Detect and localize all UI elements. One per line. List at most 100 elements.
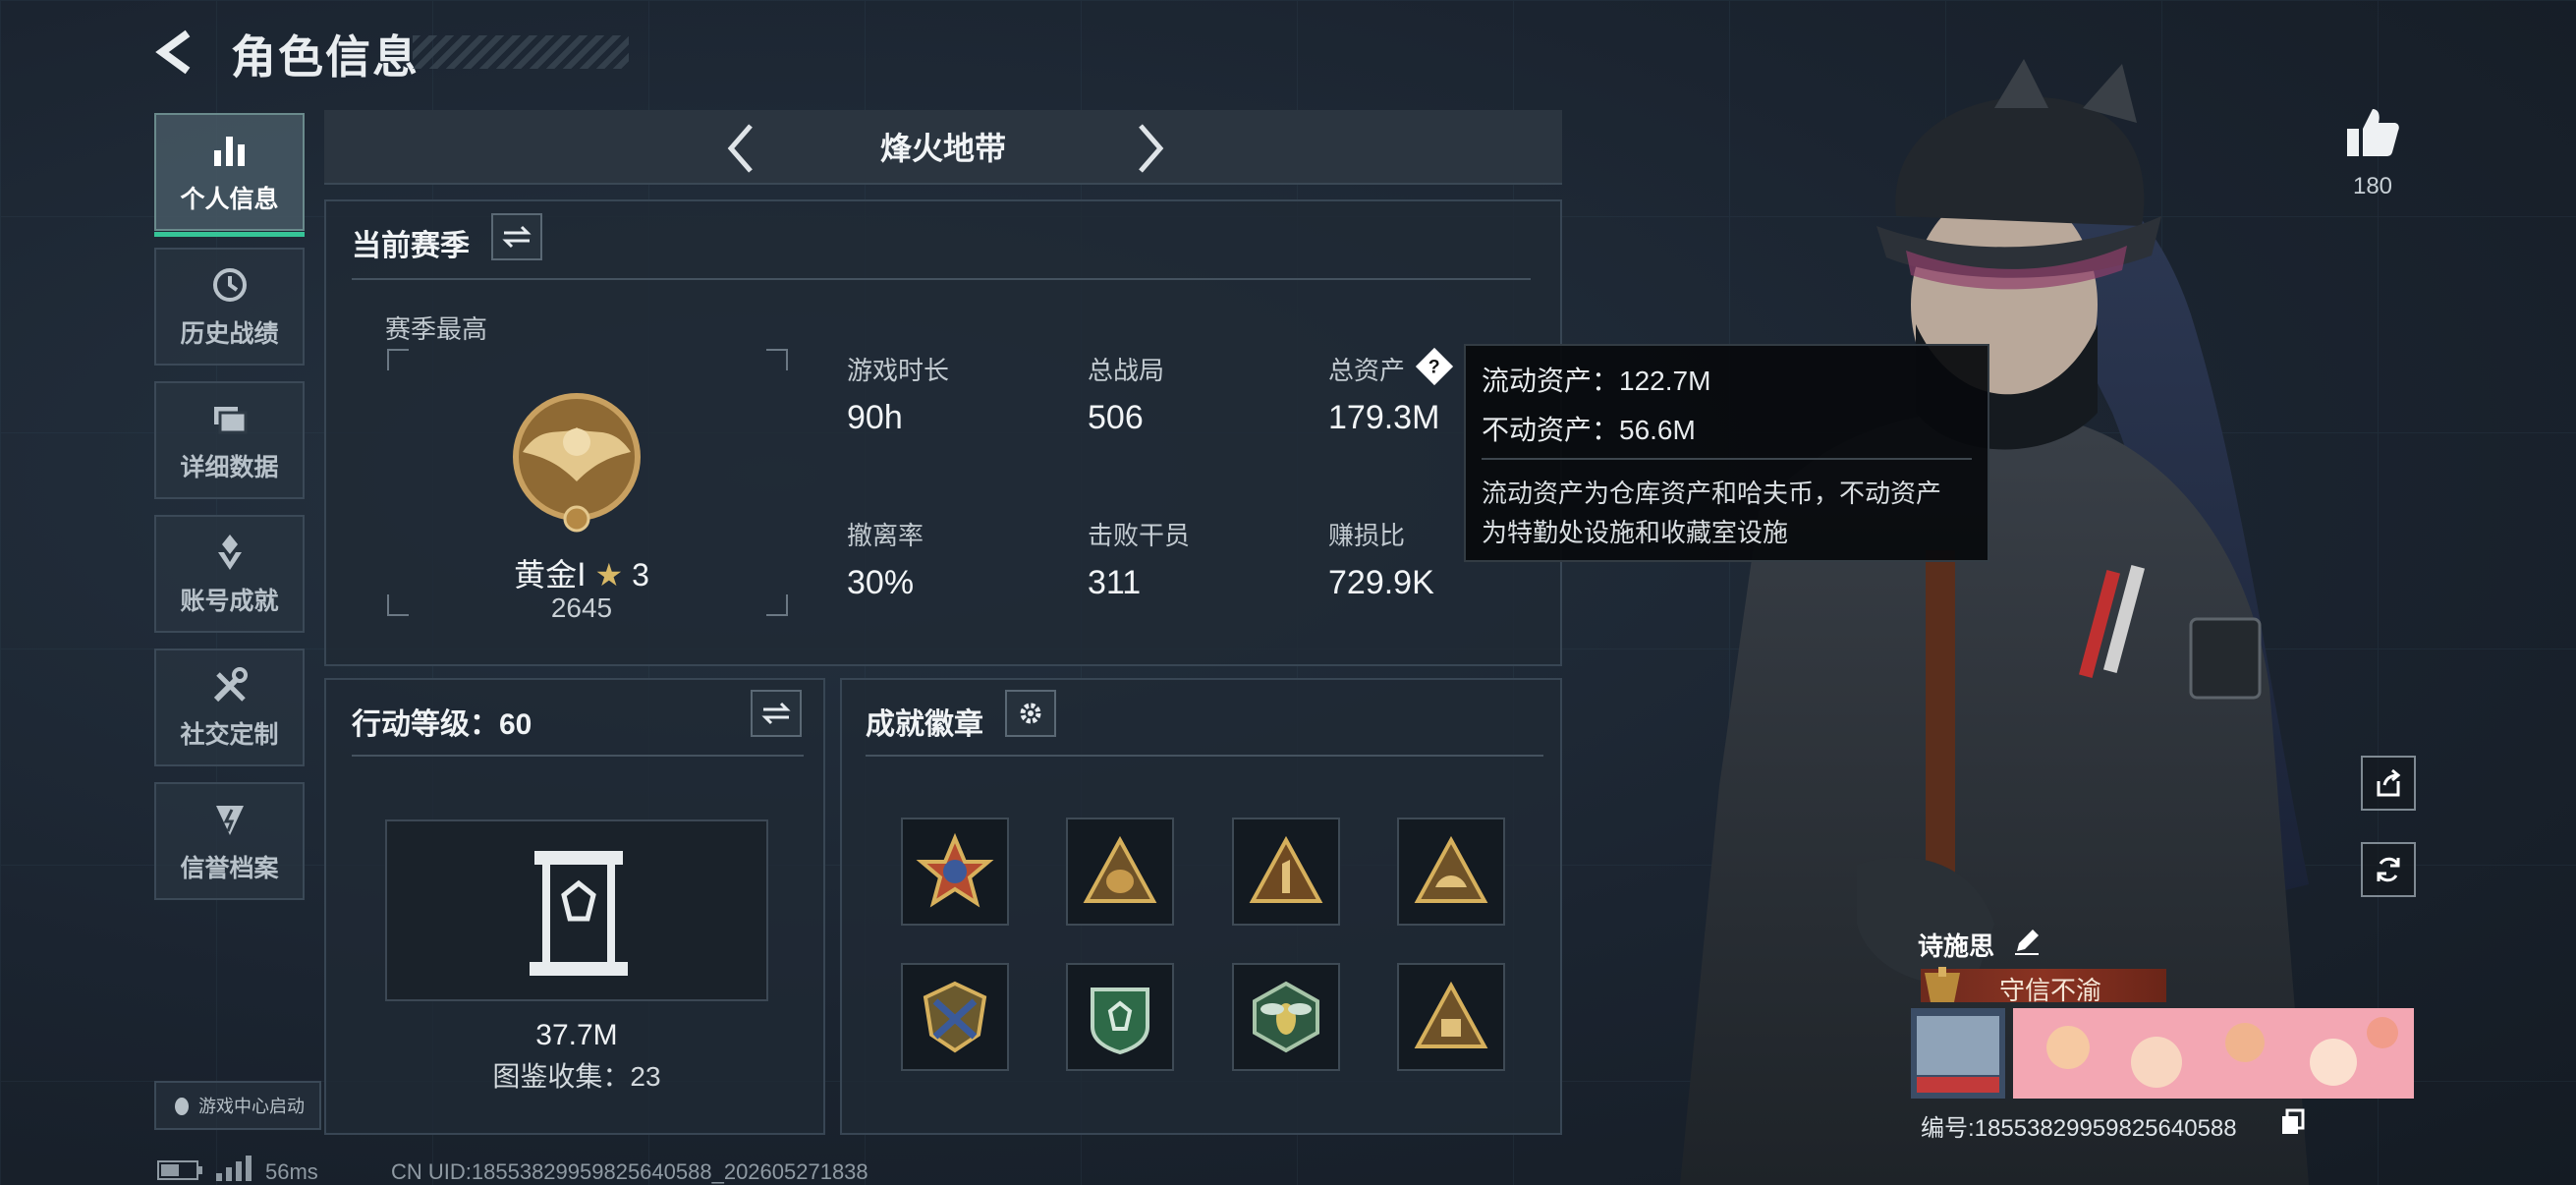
achievements-divider (866, 755, 1543, 757)
money-bag-badge-icon (1083, 835, 1157, 903)
nav-label: 详细数据 (180, 454, 279, 481)
refresh-button[interactable] (2361, 842, 2416, 897)
penguin-icon (175, 1098, 189, 1115)
collection-display[interactable] (385, 819, 768, 1001)
history-clock-icon (212, 268, 247, 302)
frame-corner (766, 594, 788, 616)
nav-item-history[interactable]: 历史战绩 (154, 248, 305, 366)
stat-value: 506 (1088, 399, 1144, 436)
stat-value: 179.3M (1328, 399, 1440, 436)
stat-label: 总战局 (1088, 356, 1165, 385)
share-icon (2377, 768, 2401, 797)
copy-id-button[interactable] (2279, 1108, 2307, 1136)
star-emblem-badge-icon (916, 832, 994, 908)
signal-icon (214, 1156, 253, 1181)
collection-count: 图鉴收集：23 (492, 1061, 661, 1092)
badge-money-bag[interactable] (1066, 818, 1174, 926)
nav-item-detail-data[interactable]: 详细数据 (154, 381, 305, 499)
tools-icon (213, 667, 248, 703)
stat-value: 90h (847, 399, 903, 436)
mode-next-button[interactable] (1125, 120, 1174, 177)
season-panel: 当前赛季 赛季最高 黄金Ⅰ ★ 3 2645 游戏时长 90h 总战局 506 … (324, 199, 1562, 666)
player-name: 诗施思 (1918, 927, 1994, 963)
stat-total-matches: 总战局 506 (1088, 351, 1164, 437)
season-divider (352, 278, 1531, 280)
thumbs-up-icon (2347, 109, 2399, 156)
stat-label: 游戏时长 (847, 356, 950, 385)
action-level-title: 行动等级：60 (352, 708, 532, 741)
rank-name: 黄金Ⅰ (514, 557, 587, 592)
stat-value: 311 (1088, 564, 1142, 601)
copy-icon (2282, 1108, 2305, 1134)
nav-item-reputation[interactable]: 信誉档案 (154, 782, 305, 900)
pencil-icon (2015, 930, 2039, 955)
achievements-title: 成就徽章 (866, 708, 983, 741)
swap-icon (761, 702, 791, 725)
stat-profit-ratio: 赚损比 729.9K (1328, 516, 1434, 602)
rank-title: 黄金Ⅰ ★ 3 (439, 550, 724, 595)
chevron-right-icon (1139, 124, 1164, 173)
tooltip-desc-line1: 流动资产为仓库资产和哈夫币，不动资产 (1482, 479, 1942, 508)
stat-label: 撤离率 (847, 521, 924, 550)
player-id-text: 编号:18553829959825640588 (1921, 1108, 2237, 1143)
game-center-launch-button[interactable]: 游戏中心启动 (154, 1081, 321, 1130)
nav-label: 历史战绩 (180, 320, 279, 348)
player-name-text: 诗施思 (1918, 931, 1995, 961)
edit-name-button[interactable] (2011, 926, 2043, 957)
like-button[interactable] (2343, 103, 2402, 162)
number-one-badge-icon (1249, 835, 1323, 903)
refresh-icon (2377, 857, 2400, 882)
badge-crossed-guns[interactable] (901, 963, 1009, 1071)
action-level-panel: 行动等级：60 37.7M 图鉴收集：23 (324, 678, 825, 1135)
profile-card-banner[interactable] (1911, 1008, 2414, 1099)
collection-case-icon (530, 851, 628, 976)
badge-number-one[interactable] (1232, 818, 1340, 926)
title-banner-text: 守信不渝 (1999, 976, 2102, 1005)
season-panel-title: 当前赛季 (352, 230, 470, 262)
tooltip-divider (1482, 458, 1972, 460)
tooltip-desc-line2: 为特勤处设施和收藏室设施 (1482, 518, 1789, 547)
rank-star-icon: ★ (594, 557, 624, 592)
badge-star-emblem[interactable] (901, 818, 1009, 926)
mode-title: 烽火地带 (879, 131, 1006, 166)
reputation-icon (215, 806, 244, 835)
rank-stars: 3 (632, 557, 649, 592)
stat-operators-defeated: 击败干员 311 (1088, 516, 1190, 602)
frame-corner (766, 349, 788, 370)
achievements-settings-button[interactable] (1005, 690, 1056, 737)
nav-label: 个人信息 (180, 186, 279, 213)
badge-fist-triangle[interactable] (1397, 963, 1505, 1071)
rank-gold-emblem (503, 383, 650, 545)
nav-label: 社交定制 (180, 721, 279, 749)
swap-icon (502, 225, 532, 249)
stat-value: 729.9K (1328, 564, 1434, 601)
badge-green-shield[interactable] (1066, 963, 1174, 1071)
player-id: 编号:18553829959825640588 (1921, 1115, 2237, 1142)
badge-hand-triangle[interactable] (1397, 818, 1505, 926)
mode-prev-button[interactable] (717, 120, 766, 177)
back-button[interactable] (152, 28, 201, 77)
cn-uid-text: CN UID:18553829959825640588_202605271838 (391, 1159, 868, 1184)
action-level-swap-button[interactable] (751, 690, 802, 737)
ping-text: 56ms (265, 1159, 318, 1184)
season-best-label: 赛季最高 (385, 314, 488, 344)
crossed-guns-badge-icon (923, 981, 987, 1053)
badge-hornet[interactable] (1232, 963, 1340, 1071)
share-button[interactable] (2361, 756, 2416, 811)
nav-item-achievements[interactable]: 账号成就 (154, 515, 305, 633)
tooltip-liquid-assets: 流动资产：122.7M (1482, 366, 1711, 396)
nav-item-social[interactable]: 社交定制 (154, 649, 305, 766)
question-icon: ? (1428, 355, 1440, 377)
achievement-icon (217, 535, 242, 570)
season-swap-button[interactable] (491, 213, 542, 260)
chevron-left-icon (155, 29, 191, 75)
green-shield-badge-icon (1091, 988, 1149, 1055)
game-center-label: 游戏中心启动 (198, 1097, 305, 1116)
frame-corner (387, 349, 409, 370)
stat-label: 赚损比 (1328, 521, 1406, 550)
title-decoration (413, 35, 629, 69)
nav-item-personal-info[interactable]: 个人信息 (154, 113, 305, 237)
card-banner-image (1911, 1008, 2414, 1099)
collection-value: 37.7M (535, 1019, 618, 1051)
stat-value: 30% (847, 564, 915, 601)
